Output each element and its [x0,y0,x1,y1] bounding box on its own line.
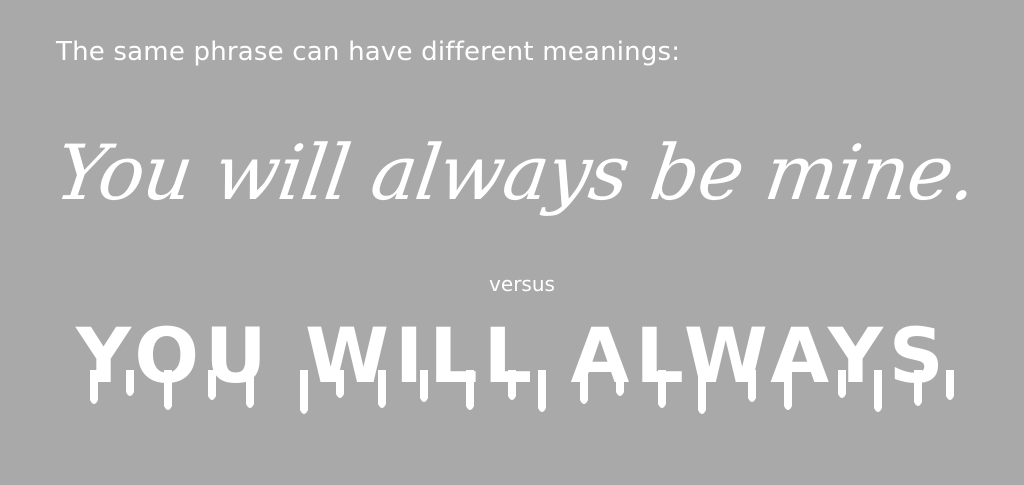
intro-caption: The same phrase can have different meani… [56,37,681,67]
cursive-phrase: You will always be mine. [50,128,982,217]
phrase-comparison-graphic: The same phrase can have different meani… [0,0,1024,485]
dripping-horror-phrase: YOU WILL ALWAYS BE MINE. [75,318,972,414]
versus-label: versus [489,272,555,296]
dripping-phrase-text: YOU WILL ALWAYS BE MINE. [75,318,972,400]
